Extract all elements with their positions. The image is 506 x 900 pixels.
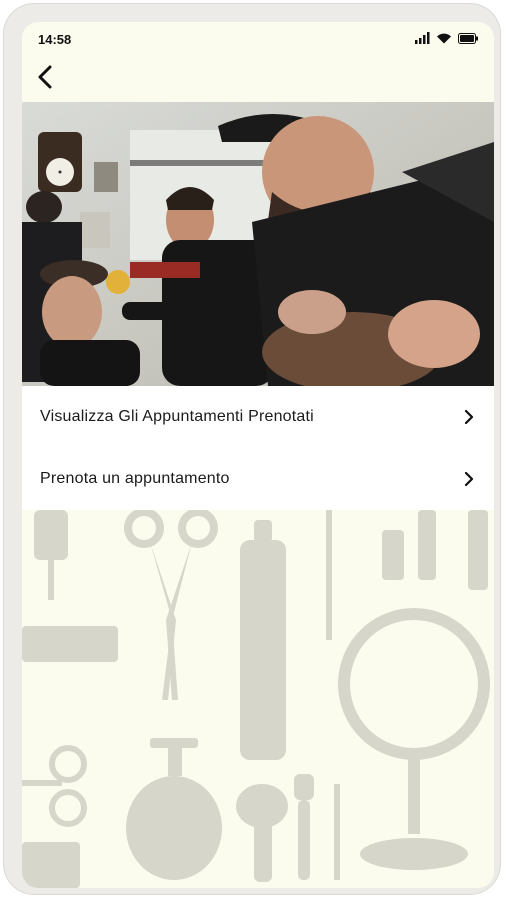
status-time: 14:58	[38, 31, 72, 47]
menu-item-label: Visualizza Gli Appuntamenti Prenotati	[40, 408, 314, 425]
chevron-right-icon	[462, 472, 476, 486]
app-screen: 14:58 Visualizza Gli Appuntamenti Prenot…	[22, 22, 494, 888]
chevron-right-icon	[462, 410, 476, 424]
menu-item-label: Prenota un appuntamento	[40, 470, 230, 487]
menu-list: Visualizza Gli Appuntamenti Prenotati Pr…	[22, 386, 494, 510]
barbershop-photo	[22, 102, 494, 386]
battery-icon	[458, 32, 478, 47]
wifi-icon	[436, 32, 452, 47]
status-bar: 14:58	[22, 22, 494, 56]
barber-tools-background	[22, 508, 494, 888]
back-button[interactable]	[28, 62, 62, 96]
menu-item-book-appointment[interactable]: Prenota un appuntamento	[22, 448, 494, 510]
signal-icon	[414, 31, 430, 47]
nav-bar	[22, 56, 494, 102]
status-icons	[414, 31, 478, 47]
menu-item-view-appointments[interactable]: Visualizza Gli Appuntamenti Prenotati	[22, 386, 494, 448]
chevron-left-icon	[37, 65, 53, 94]
device-frame: 14:58 Visualizza Gli Appuntamenti Prenot…	[4, 4, 500, 894]
